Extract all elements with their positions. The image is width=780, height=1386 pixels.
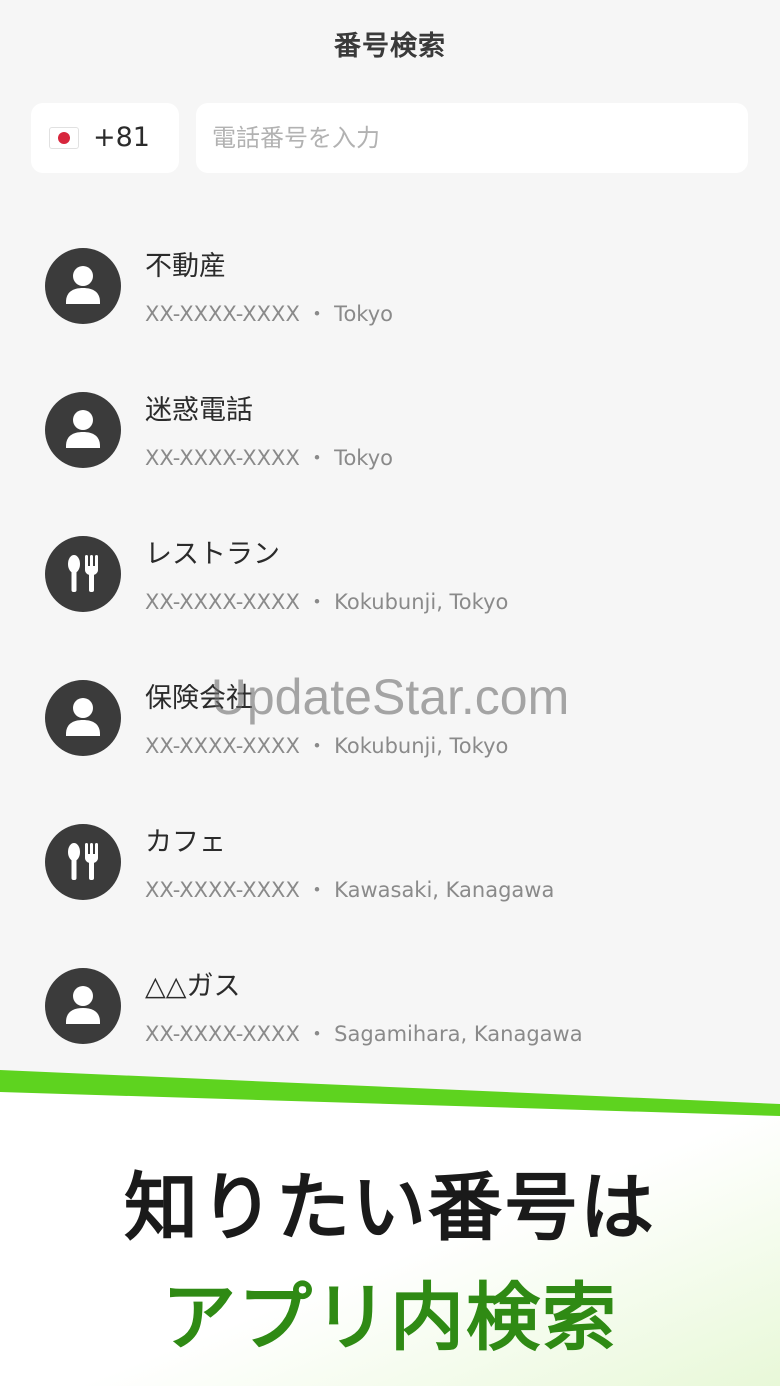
promo-highlight: アプリ内検索: [162, 1275, 618, 1361]
result-row-restaurant[interactable]: レストラン XX-XXXX-XXXX ・ Kokubunji, Tokyo: [0, 518, 780, 662]
phone-number-input[interactable]: [196, 103, 748, 173]
page-title: 番号検索: [334, 31, 446, 62]
result-name: カフェ: [145, 827, 226, 858]
result-detail: XX-XXXX-XXXX ・ Tokyo: [145, 302, 393, 326]
result-name: 迷惑電話: [145, 395, 253, 426]
promo-headline: 知りたい番号は: [124, 1165, 656, 1251]
result-detail: XX-XXXX-XXXX ・ Tokyo: [145, 446, 393, 470]
country-code-label: +81: [93, 122, 150, 153]
result-detail: XX-XXXX-XXXX ・ Kokubunji, Tokyo: [145, 590, 509, 614]
restaurant-icon: [45, 536, 121, 612]
result-name: 不動産: [145, 251, 226, 282]
country-code-selector[interactable]: +81: [31, 103, 179, 173]
phone-search-field[interactable]: [196, 103, 748, 173]
result-detail: XX-XXXX-XXXX ・ Sagamihara, Kanagawa: [145, 1022, 583, 1046]
person-icon: [45, 968, 121, 1044]
result-name: 保険会社: [145, 683, 253, 714]
result-row-spam-call[interactable]: 迷惑電話 XX-XXXX-XXXX ・ Tokyo: [0, 374, 780, 518]
search-results-list: 不動産 XX-XXXX-XXXX ・ Tokyo 迷惑電話 XX-XXXX-XX…: [0, 230, 780, 1094]
promo-banner: 知りたい番号は アプリ内検索: [0, 1060, 780, 1386]
search-screen: 番号検索 +81 不動産 XX-XXXX-XXXX ・ Tokyo: [0, 0, 780, 1386]
result-row-insurance[interactable]: 保険会社 XX-XXXX-XXXX ・ Kokubunji, Tokyo: [0, 662, 780, 806]
result-name: レストラン: [145, 539, 280, 570]
result-detail: XX-XXXX-XXXX ・ Kokubunji, Tokyo: [145, 734, 509, 758]
restaurant-icon: [45, 824, 121, 900]
result-row-cafe[interactable]: カフェ XX-XXXX-XXXX ・ Kawasaki, Kanagawa: [0, 806, 780, 950]
person-icon: [45, 680, 121, 756]
result-detail: XX-XXXX-XXXX ・ Kawasaki, Kanagawa: [145, 878, 555, 902]
person-icon: [45, 392, 121, 468]
japan-flag-icon: [49, 127, 79, 149]
person-icon: [45, 248, 121, 324]
result-name: △△ガス: [145, 971, 241, 1002]
result-row-real-estate[interactable]: 不動産 XX-XXXX-XXXX ・ Tokyo: [0, 230, 780, 374]
